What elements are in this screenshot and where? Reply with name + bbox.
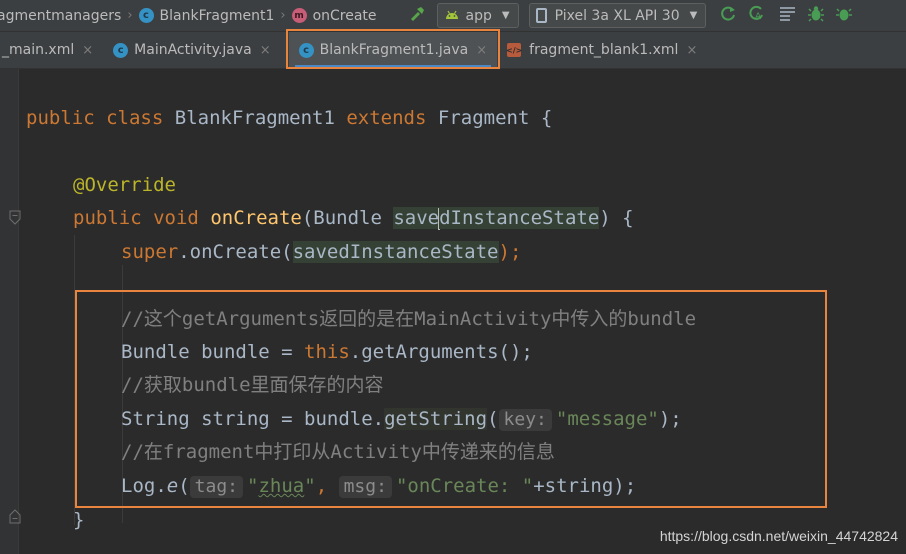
- argument: savedInstanceState: [292, 241, 499, 263]
- chevron-down-icon: ▼: [501, 10, 510, 21]
- param-name-part: save: [393, 207, 440, 229]
- code-editor[interactable]: public class BlankFragment1 extends Frag…: [26, 69, 906, 554]
- code-statement: String string = bundle.: [121, 408, 385, 430]
- code-line-getstring[interactable]: String string = bundle.getString(key: "me…: [121, 406, 682, 432]
- comment: //这个getArguments返回的是在MainActivity中传入的bun…: [121, 308, 697, 330]
- code-punct: );: [498, 241, 522, 263]
- breadcrumb-item-method[interactable]: onCreate: [313, 8, 377, 24]
- tab-label: _main.xml: [2, 42, 75, 58]
- keyword: public: [73, 207, 142, 229]
- code-statement: Bundle bundle =: [121, 341, 305, 363]
- editor-gutter: [0, 69, 19, 554]
- fold-marker-icon[interactable]: [9, 509, 21, 524]
- breadcrumb: agmentmanagers › c BlankFragment1 › m on…: [0, 8, 377, 24]
- keyword: extends: [346, 107, 427, 129]
- code-statement: +string);: [533, 475, 637, 497]
- param-type: (Bundle: [301, 207, 394, 229]
- keyword: this: [304, 341, 350, 363]
- tab-fragment-blank1-xml[interactable]: </> fragment_blank1.xml ×: [497, 32, 707, 68]
- editor-tab-bar: _main.xml × c MainActivity.java × c Blan…: [0, 32, 906, 69]
- string-literal: "onCreate: ": [395, 475, 534, 497]
- code-punct: (: [487, 408, 499, 430]
- string-literal: "message": [555, 408, 659, 430]
- class-name: BlankFragment1: [174, 107, 335, 129]
- tab-mainactivity-java[interactable]: c MainActivity.java ×: [103, 32, 280, 68]
- tab-label: BlankFragment1.java: [319, 42, 469, 58]
- keyword: super: [121, 241, 179, 263]
- code-punct: ) {: [599, 207, 634, 229]
- code-line-oncreate-signature[interactable]: public void onCreate(Bundle savedInstanc…: [73, 205, 634, 231]
- chevron-right-icon: ›: [280, 8, 286, 23]
- comment: //在fragment中打印从Activity中传递来的信息: [121, 441, 555, 463]
- indent-guide: [74, 235, 75, 525]
- string-quote: ": [304, 475, 316, 497]
- code-line-super-call[interactable]: super.onCreate(savedInstanceState);: [121, 239, 521, 265]
- code-punct: (: [178, 475, 190, 497]
- method-name: onCreate: [210, 207, 302, 229]
- parameter-hint: key:: [498, 409, 552, 431]
- code-line-comment-2[interactable]: //获取bundle里面保存的内容: [121, 372, 384, 398]
- annotation: @Override: [73, 174, 176, 196]
- keyword: public: [26, 107, 95, 129]
- code-line-log[interactable]: Log.e(tag: "zhua", msg: "onCreate: "+strin…: [121, 473, 636, 499]
- param-name-part: dInstanceState: [439, 207, 600, 229]
- debug-bug-icon[interactable]: [808, 5, 825, 26]
- close-icon[interactable]: ×: [686, 43, 697, 58]
- close-icon[interactable]: ×: [260, 43, 271, 58]
- method-call: getString: [384, 408, 488, 430]
- tab-label: fragment_blank1.xml: [529, 42, 679, 58]
- comment: //获取bundle里面保存的内容: [121, 374, 384, 396]
- svg-text:A: A: [755, 12, 762, 22]
- close-icon[interactable]: ×: [82, 43, 93, 58]
- navigation-bar: agmentmanagers › c BlankFragment1 › m on…: [0, 0, 906, 32]
- class-icon: c: [113, 42, 129, 58]
- run-configuration-dropdown[interactable]: app ▼: [436, 3, 519, 28]
- device-phone-icon: [535, 8, 547, 23]
- tab-blankfragment1-java[interactable]: c BlankFragment1.java ×: [288, 32, 498, 68]
- parent-class: Fragment {: [437, 107, 553, 129]
- code-punct: );: [658, 408, 682, 430]
- device-dropdown[interactable]: Pixel 3a XL API 30 ▼: [528, 3, 707, 28]
- chevron-right-icon: ›: [127, 8, 133, 23]
- class-icon: c: [138, 8, 154, 23]
- code-line-class-declaration[interactable]: public class BlankFragment1 extends Frag…: [26, 105, 552, 131]
- code-line-closing-brace[interactable]: }: [73, 507, 84, 533]
- code-line-comment-1[interactable]: //这个getArguments返回的是在MainActivity中传入的bun…: [121, 306, 696, 332]
- tab-main-xml[interactable]: _main.xml ×: [0, 32, 103, 68]
- close-icon[interactable]: ×: [476, 43, 487, 58]
- breadcrumb-item-package[interactable]: agmentmanagers: [0, 8, 121, 24]
- apply-changes-icon[interactable]: A: [749, 5, 767, 26]
- code-line-comment-3[interactable]: //在fragment中打印从Activity中传递来的信息: [121, 439, 555, 465]
- method-call: e: [166, 475, 179, 497]
- string-quote: ": [247, 475, 259, 497]
- attach-debugger-icon[interactable]: [836, 5, 853, 26]
- code-call: .onCreate(: [178, 241, 293, 263]
- chevron-down-icon: ▼: [689, 10, 698, 21]
- code-line-bundle[interactable]: Bundle bundle = this.getArguments();: [121, 339, 533, 365]
- code-punct: ,: [315, 475, 339, 497]
- android-icon: [444, 8, 460, 24]
- tab-label: MainActivity.java: [134, 42, 252, 58]
- code-line-override[interactable]: @Override: [73, 172, 176, 198]
- parameter-hint: tag:: [189, 476, 244, 498]
- parameter-hint: msg:: [338, 476, 392, 498]
- build-hammer-icon[interactable]: [409, 6, 425, 26]
- keyword: class: [106, 107, 164, 129]
- class-icon: c: [298, 42, 314, 58]
- code-statement: Log.: [121, 475, 167, 497]
- device-label: Pixel 3a XL API 30: [554, 7, 680, 24]
- code-punct: }: [73, 509, 85, 531]
- code-call: .getArguments();: [349, 341, 533, 363]
- keyword: void: [153, 207, 199, 229]
- watermark: https://blog.csdn.net/weixin_44742824: [659, 528, 898, 544]
- fold-marker-icon[interactable]: [9, 210, 21, 225]
- string-literal: zhua: [258, 475, 305, 497]
- breadcrumb-item-class[interactable]: BlankFragment1: [160, 8, 275, 24]
- run-configuration-label: app: [465, 7, 492, 24]
- rerun-icon[interactable]: [720, 5, 737, 26]
- list-icon[interactable]: [779, 6, 796, 25]
- method-icon: m: [291, 8, 307, 23]
- xml-file-icon: </>: [506, 43, 522, 57]
